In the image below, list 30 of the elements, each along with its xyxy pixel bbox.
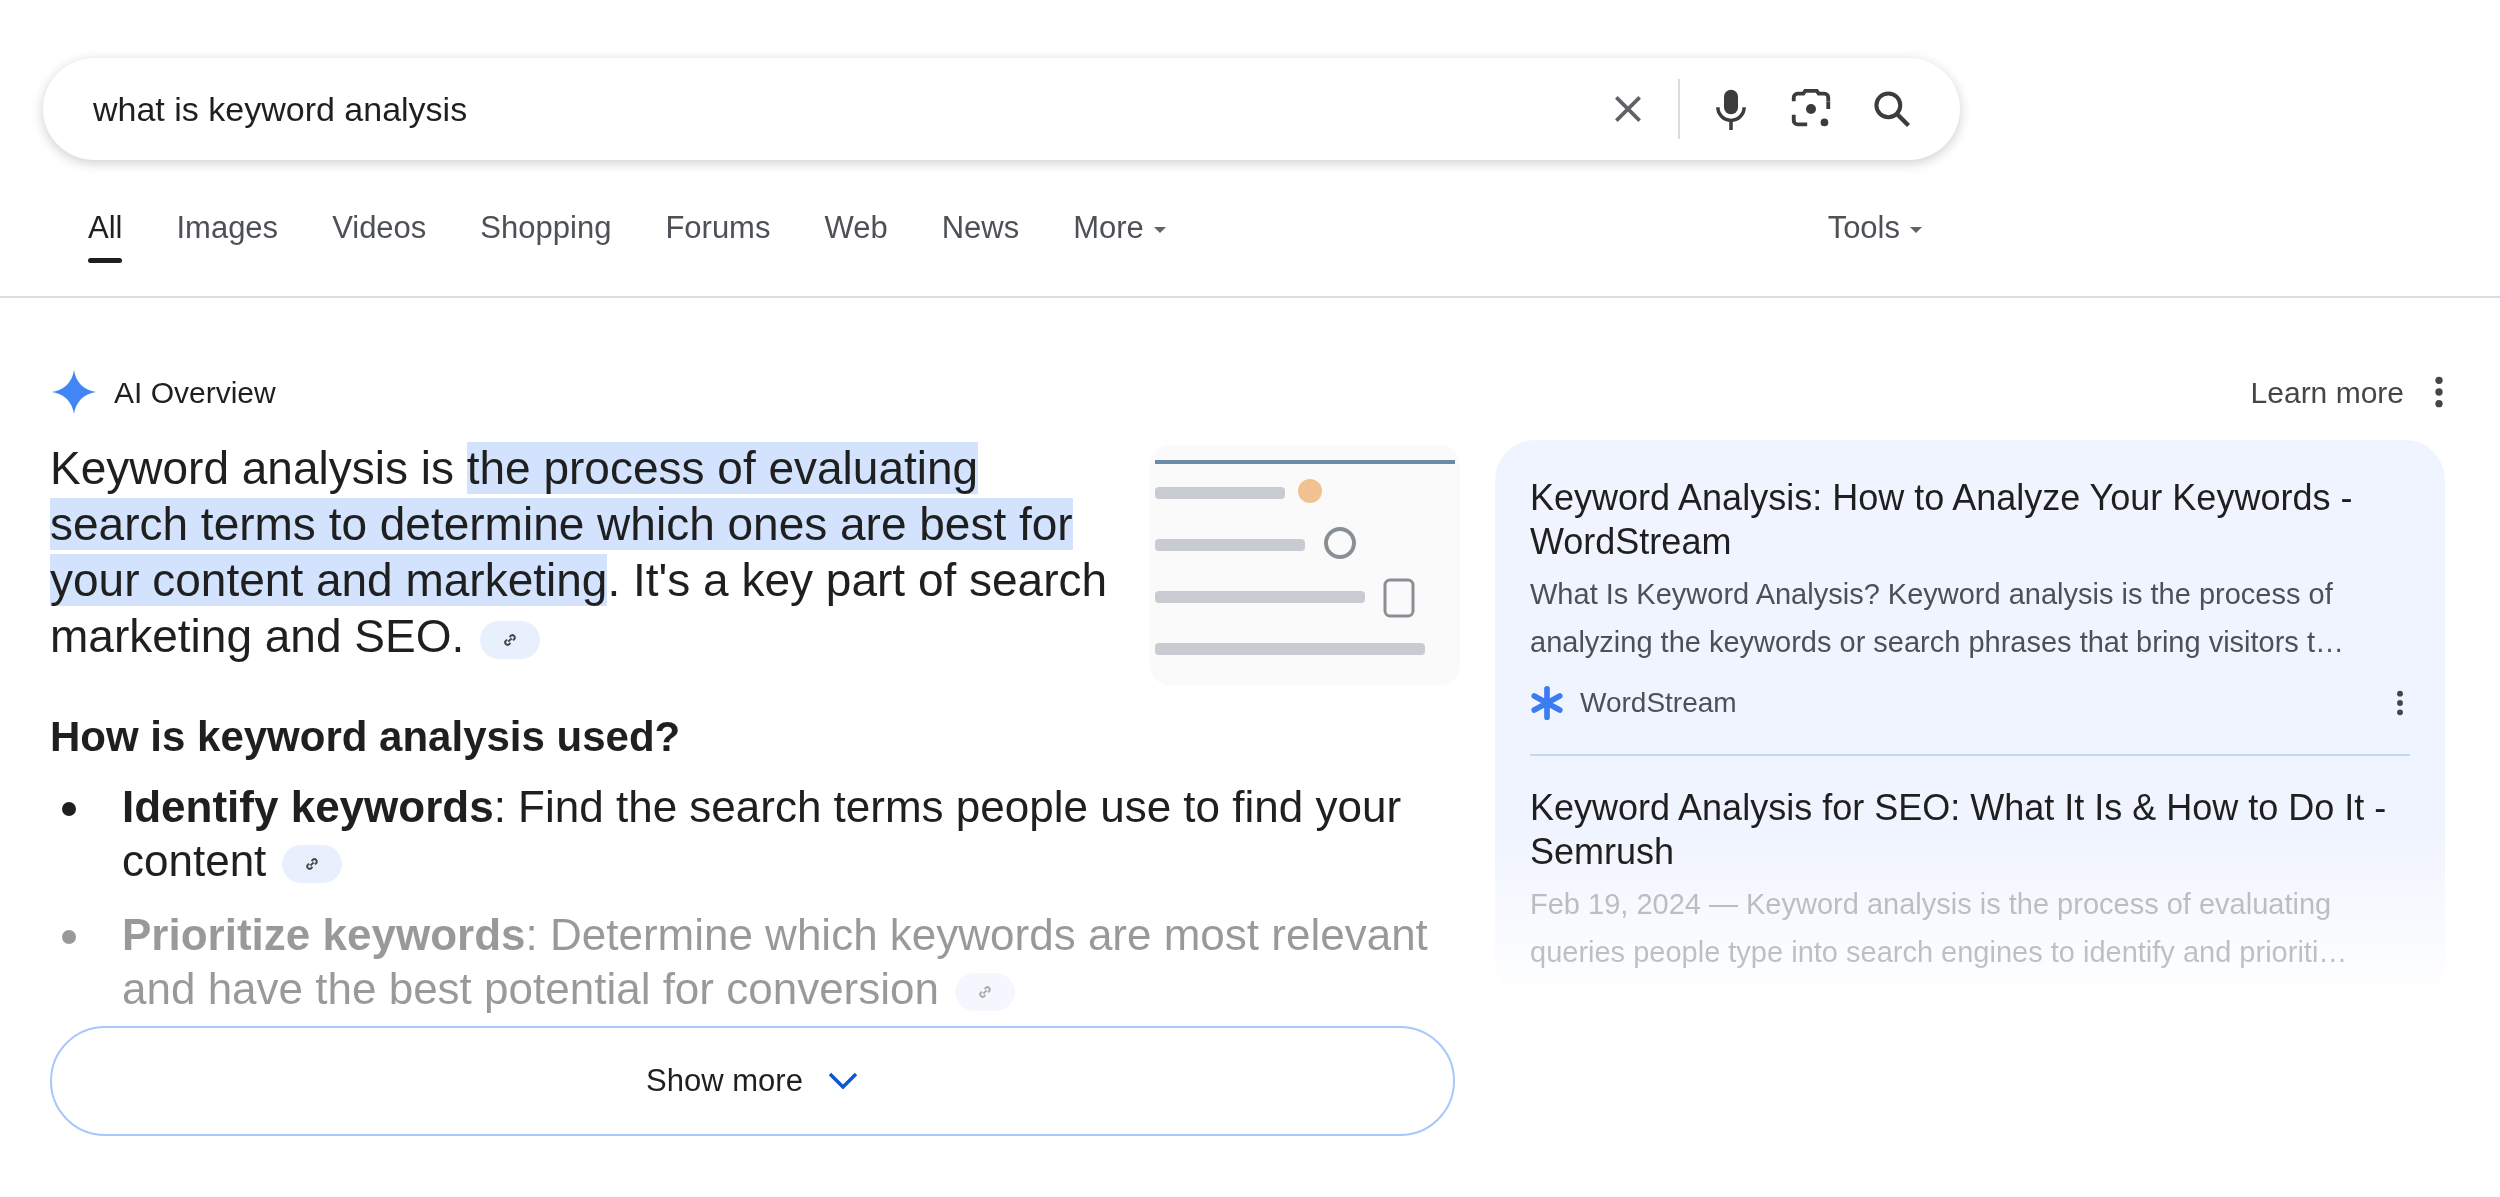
search-field[interactable]: what is keyword analysis <box>91 82 1578 136</box>
source-snippet: Feb 19, 2024 — Keyword analysis is the process of evaluating queries people type into search engines to identify and prioriti… <box>1530 887 2349 970</box>
link-chip-button[interactable] <box>480 620 541 659</box>
source-snippet: What Is Keyword Analysis? Keyword analysis is the process of analyzing the keywords or search phrases that bring visitors t… <box>1530 577 2345 660</box>
section-heading: How is keyword analysis used? <box>50 712 682 762</box>
tab[interactable]: Images <box>176 192 279 264</box>
tools-button[interactable]: Tools <box>1821 203 1930 253</box>
source-site-name: WordStream <box>1580 686 1737 720</box>
link-chip-button[interactable] <box>282 845 343 884</box>
tab[interactable]: More <box>1073 192 1168 264</box>
tab[interactable]: Web <box>824 192 888 264</box>
source-title-link[interactable]: Keyword Analysis for SEO: What It Is & How to Do It - Semrush <box>1530 786 2410 874</box>
learn-more-link[interactable]: Learn more <box>2250 369 2404 415</box>
tab[interactable]: Shopping <box>480 192 612 264</box>
tab[interactable]: Videos <box>332 192 427 264</box>
asterisk-logo-icon <box>1530 686 1564 720</box>
tab[interactable]: All <box>88 192 123 264</box>
caret-icon <box>1908 224 1924 235</box>
ai-overview-title: AI Overview <box>114 374 276 411</box>
bullet-dot <box>62 930 76 944</box>
source-title-link[interactable]: Keyword Analysis: How to Analyze Your Keywords - WordStream <box>1530 476 2410 564</box>
bullet-text: Identify keywords: Find the search terms people use to find your content <box>122 781 1403 887</box>
show-more-button[interactable]: Show more <box>50 1026 1455 1136</box>
bullet-dot <box>62 802 76 816</box>
more-vertical-icon <box>2396 688 2404 718</box>
tab[interactable]: Forums <box>665 192 771 264</box>
bullet-text: Prioritize keywords: Determine which keywords are most relevant and have the best potential for conversion <box>122 909 1429 1015</box>
chevron-down-icon <box>826 1071 859 1091</box>
more-vertical-icon <box>2434 375 2444 409</box>
tab[interactable]: News <box>941 192 1020 264</box>
